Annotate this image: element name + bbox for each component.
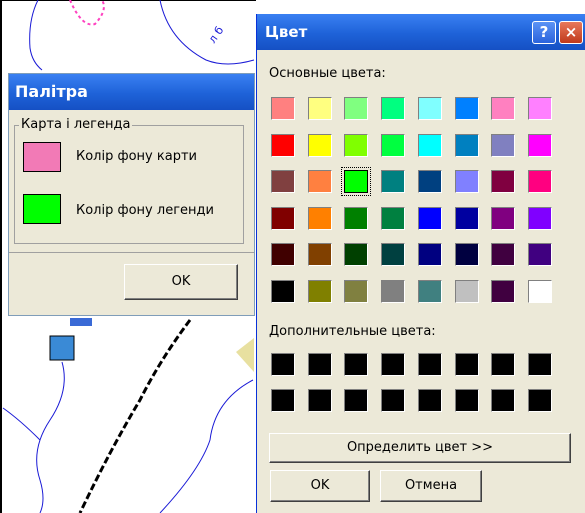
color-swatch[interactable] xyxy=(454,206,479,230)
color-swatch[interactable] xyxy=(527,353,552,376)
color-swatch[interactable] xyxy=(527,206,552,230)
color-swatch[interactable] xyxy=(417,353,442,376)
color-swatch[interactable] xyxy=(271,353,295,376)
color-swatch[interactable] xyxy=(344,389,369,412)
help-icon[interactable]: ? xyxy=(532,21,556,44)
color-swatch[interactable] xyxy=(344,353,369,376)
map-legend-group: Карта і легенда Колір фону карти Колір ф… xyxy=(14,117,244,244)
dialog-ok-button[interactable]: OK xyxy=(270,470,370,502)
color-swatch[interactable] xyxy=(271,170,295,193)
color-swatch[interactable] xyxy=(271,243,295,266)
color-swatch[interactable] xyxy=(381,279,406,303)
color-swatch[interactable] xyxy=(527,133,552,157)
color-swatch[interactable] xyxy=(344,206,369,230)
river-line xyxy=(29,0,43,71)
color-swatch[interactable] xyxy=(307,133,332,157)
color-swatch[interactable] xyxy=(344,133,369,157)
color-swatch[interactable] xyxy=(527,279,552,303)
color-swatch[interactable] xyxy=(271,279,295,303)
color-swatch[interactable] xyxy=(271,97,295,120)
color-swatch[interactable] xyxy=(527,243,552,266)
color-swatch[interactable] xyxy=(491,170,516,193)
color-swatch[interactable] xyxy=(527,170,552,193)
color-swatch[interactable] xyxy=(491,243,516,266)
river-line xyxy=(2,407,41,441)
color-swatch[interactable] xyxy=(491,133,516,157)
basic-colors-label: Основные цвета: xyxy=(269,66,386,81)
color-swatch[interactable] xyxy=(381,133,406,157)
map-bg-swatch[interactable] xyxy=(23,142,61,172)
color-swatch[interactable] xyxy=(417,206,442,230)
color-swatch[interactable] xyxy=(341,167,372,196)
river-line xyxy=(159,379,254,513)
map-bg-label: Колір фону карти xyxy=(76,149,197,164)
color-swatch[interactable] xyxy=(307,97,332,120)
color-swatch[interactable] xyxy=(491,389,516,412)
color-swatch[interactable] xyxy=(307,170,332,193)
color-swatch[interactable] xyxy=(527,97,552,120)
color-swatch[interactable] xyxy=(381,243,406,266)
boundary-line xyxy=(69,0,105,26)
river-line xyxy=(159,0,255,65)
color-swatch[interactable] xyxy=(381,389,406,412)
color-swatch[interactable] xyxy=(454,353,479,376)
close-icon[interactable]: × xyxy=(559,21,583,44)
color-swatch[interactable] xyxy=(491,279,516,303)
color-dialog: Цвет ? × Основные цвета: Дополнительные … xyxy=(256,14,585,513)
color-swatch[interactable] xyxy=(491,97,516,120)
color-swatch[interactable] xyxy=(454,97,479,120)
color-swatch[interactable] xyxy=(417,243,442,266)
color-swatch[interactable] xyxy=(454,243,479,266)
color-swatch[interactable] xyxy=(344,97,369,120)
palette-title: Палітра xyxy=(9,74,254,110)
map-area xyxy=(236,338,254,372)
color-swatch[interactable] xyxy=(271,389,295,412)
palette-window: Палітра Карта і легенда Колір фону карти… xyxy=(8,73,255,316)
custom-colors-label: Дополнительные цвета: xyxy=(269,324,436,339)
color-swatch[interactable] xyxy=(454,133,479,157)
legend-bg-label: Колір фону легенди xyxy=(76,203,214,218)
color-swatch[interactable] xyxy=(381,206,406,230)
color-swatch[interactable] xyxy=(417,170,442,193)
color-swatch[interactable] xyxy=(417,279,442,303)
group-label: Карта і легенда xyxy=(19,117,133,132)
color-swatch[interactable] xyxy=(491,353,516,376)
color-swatch[interactable] xyxy=(381,353,406,376)
palette-divider xyxy=(9,252,254,253)
define-color-button[interactable]: Определить цвет >> xyxy=(269,433,571,463)
color-swatch[interactable] xyxy=(454,389,479,412)
color-swatch[interactable] xyxy=(307,206,332,230)
color-swatch[interactable] xyxy=(417,133,442,157)
color-swatch[interactable] xyxy=(271,133,295,157)
road-line xyxy=(78,319,192,513)
river-line xyxy=(36,361,65,513)
legend-bg-swatch[interactable] xyxy=(23,194,61,224)
color-swatch[interactable] xyxy=(307,243,332,266)
color-swatch[interactable] xyxy=(417,389,442,412)
map-marker xyxy=(49,335,75,361)
color-swatch[interactable] xyxy=(344,243,369,266)
color-swatch[interactable] xyxy=(454,170,479,193)
palette-ok-button[interactable]: OK xyxy=(124,264,238,300)
color-swatch[interactable] xyxy=(491,206,516,230)
color-swatch[interactable] xyxy=(454,279,479,303)
color-swatch[interactable] xyxy=(344,279,369,303)
color-swatch[interactable] xyxy=(381,97,406,120)
color-swatch[interactable] xyxy=(381,170,406,193)
map-marker xyxy=(70,318,92,326)
color-swatch[interactable] xyxy=(271,206,295,230)
color-swatch[interactable] xyxy=(307,279,332,303)
dialog-cancel-button[interactable]: Отмена xyxy=(380,470,482,502)
color-swatch[interactable] xyxy=(417,97,442,120)
color-swatch[interactable] xyxy=(527,389,552,412)
color-swatch[interactable] xyxy=(307,353,332,376)
color-swatch[interactable] xyxy=(307,389,332,412)
map-label: л б xyxy=(206,24,227,46)
